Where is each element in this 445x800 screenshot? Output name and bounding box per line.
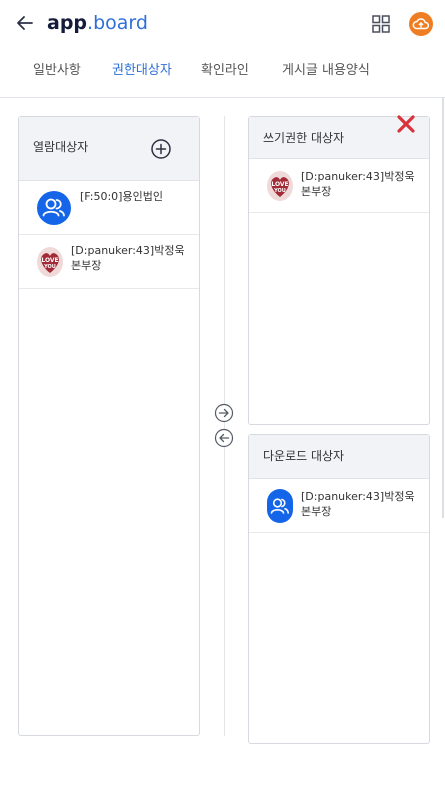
grid-icon[interactable]: [371, 14, 391, 34]
cloud-upload-icon[interactable]: [409, 12, 433, 36]
write-permission-panel: 쓰기권한 대상자 LOVE YOU [D:panuker:43]박정욱본부장: [248, 116, 430, 425]
list-item[interactable]: [F:50:0]용인법인: [19, 181, 199, 235]
download-panel-title: 다운로드 대상자: [263, 449, 345, 463]
svg-text:YOU: YOU: [273, 188, 286, 194]
tab-general[interactable]: 일반사항: [33, 62, 81, 80]
item-name: [D:panuker:43]박정욱본부장: [301, 490, 415, 518]
item-name: [D:panuker:43]박정욱본부장: [301, 170, 415, 198]
love-you-avatar: LOVE YOU: [37, 247, 63, 277]
item-name: [D:panuker:43]박정욱본부장: [71, 244, 185, 272]
svg-text:LOVE: LOVE: [41, 257, 58, 264]
tab-bar: 일반사항 권한대상자 확인라인 게시글 내용양식: [0, 48, 445, 98]
brand-bold-text: app: [47, 12, 88, 34]
list-item[interactable]: LOVE YOU [D:panuker:43]박정욱본부장: [249, 159, 429, 213]
arrow-left-icon[interactable]: [14, 12, 36, 34]
read-permission-panel: 열람대상자 [F:50:0]용인법인 LOVE YOU [D:panuker:4…: [18, 116, 200, 736]
group-user-icon: [267, 489, 293, 523]
tab-post-template[interactable]: 게시글 내용양식: [282, 62, 370, 80]
read-panel-header: 열람대상자: [19, 117, 199, 181]
list-item[interactable]: LOVE YOU [D:panuker:43]박정욱본부장: [19, 235, 199, 289]
tab-approval-line[interactable]: 확인라인: [201, 62, 249, 80]
arrow-left-circle-icon[interactable]: [214, 428, 234, 448]
svg-text:LOVE: LOVE: [271, 181, 288, 188]
group-user-icon: [37, 191, 71, 225]
arrow-right-circle-icon[interactable]: [214, 403, 234, 423]
download-permission-panel: 다운로드 대상자 [D:panuker:43]박정욱본부장: [248, 434, 430, 744]
panel-divider: [224, 116, 225, 736]
app-header: app.board: [0, 0, 445, 48]
tab-permissions[interactable]: 권한대상자: [112, 62, 172, 80]
read-panel-title: 열람대상자: [33, 140, 89, 154]
download-panel-header: 다운로드 대상자: [249, 435, 429, 479]
item-name: [F:50:0]용인법인: [80, 190, 163, 203]
svg-text:YOU: YOU: [43, 264, 56, 270]
brand-rest-text: .board: [87, 12, 148, 34]
app-logo: app.board: [47, 11, 148, 35]
scrollbar[interactable]: [442, 98, 444, 518]
list-item[interactable]: [D:panuker:43]박정욱본부장: [249, 479, 429, 533]
plus-circle-icon[interactable]: [150, 138, 172, 160]
write-panel-title: 쓰기권한 대상자: [263, 131, 345, 145]
love-you-avatar: LOVE YOU: [267, 171, 293, 201]
close-x-icon[interactable]: [396, 114, 416, 134]
